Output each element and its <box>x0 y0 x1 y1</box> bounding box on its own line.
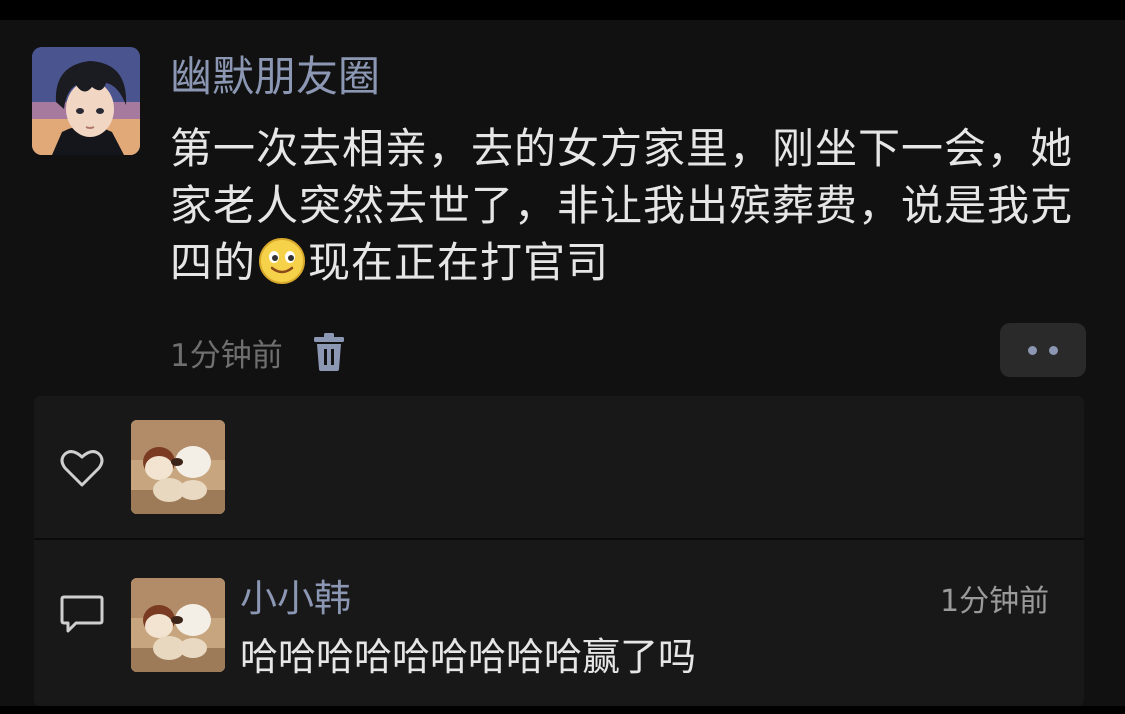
post-time: 1分钟前 <box>170 337 283 374</box>
comment-icon <box>60 595 104 633</box>
avatar[interactable] <box>131 420 225 514</box>
author-avatar-image <box>32 47 140 155</box>
more-dots-icon <box>1028 345 1037 355</box>
post-content: 第一次去相亲，去的女方家里，刚坐下一会，她家老人突然去世了，非让我出殡葬费，说是… <box>170 120 1090 291</box>
commenter-avatar-image <box>131 578 225 672</box>
section-divider <box>34 538 1084 540</box>
bottom-edge <box>0 706 1125 714</box>
more-dots-icon <box>1049 345 1058 355</box>
commenter-name[interactable]: 小小韩 <box>240 574 351 624</box>
heart-icon <box>60 450 104 487</box>
liker-avatar-image <box>131 420 225 514</box>
trash-icon[interactable] <box>313 333 345 371</box>
top-edge <box>0 0 1125 20</box>
smile-emoji-icon <box>259 238 306 284</box>
more-actions-button[interactable] <box>1000 323 1086 377</box>
post-text-part-2: 现在正在打官司 <box>308 238 610 287</box>
comment-time: 1分钟前 <box>940 584 1050 619</box>
post-author-name[interactable]: 幽默朋友圈 <box>170 50 380 104</box>
moments-screen: 幽默朋友圈 第一次去相亲，去的女方家里，刚坐下一会，她家老人突然去世了，非让我出… <box>0 0 1125 714</box>
post-meta: 1分钟前 <box>170 330 345 374</box>
commenter-avatar[interactable] <box>131 578 225 672</box>
comment-text[interactable]: 哈哈哈哈哈哈哈哈哈赢了吗 <box>240 630 696 684</box>
author-avatar[interactable] <box>32 47 140 155</box>
